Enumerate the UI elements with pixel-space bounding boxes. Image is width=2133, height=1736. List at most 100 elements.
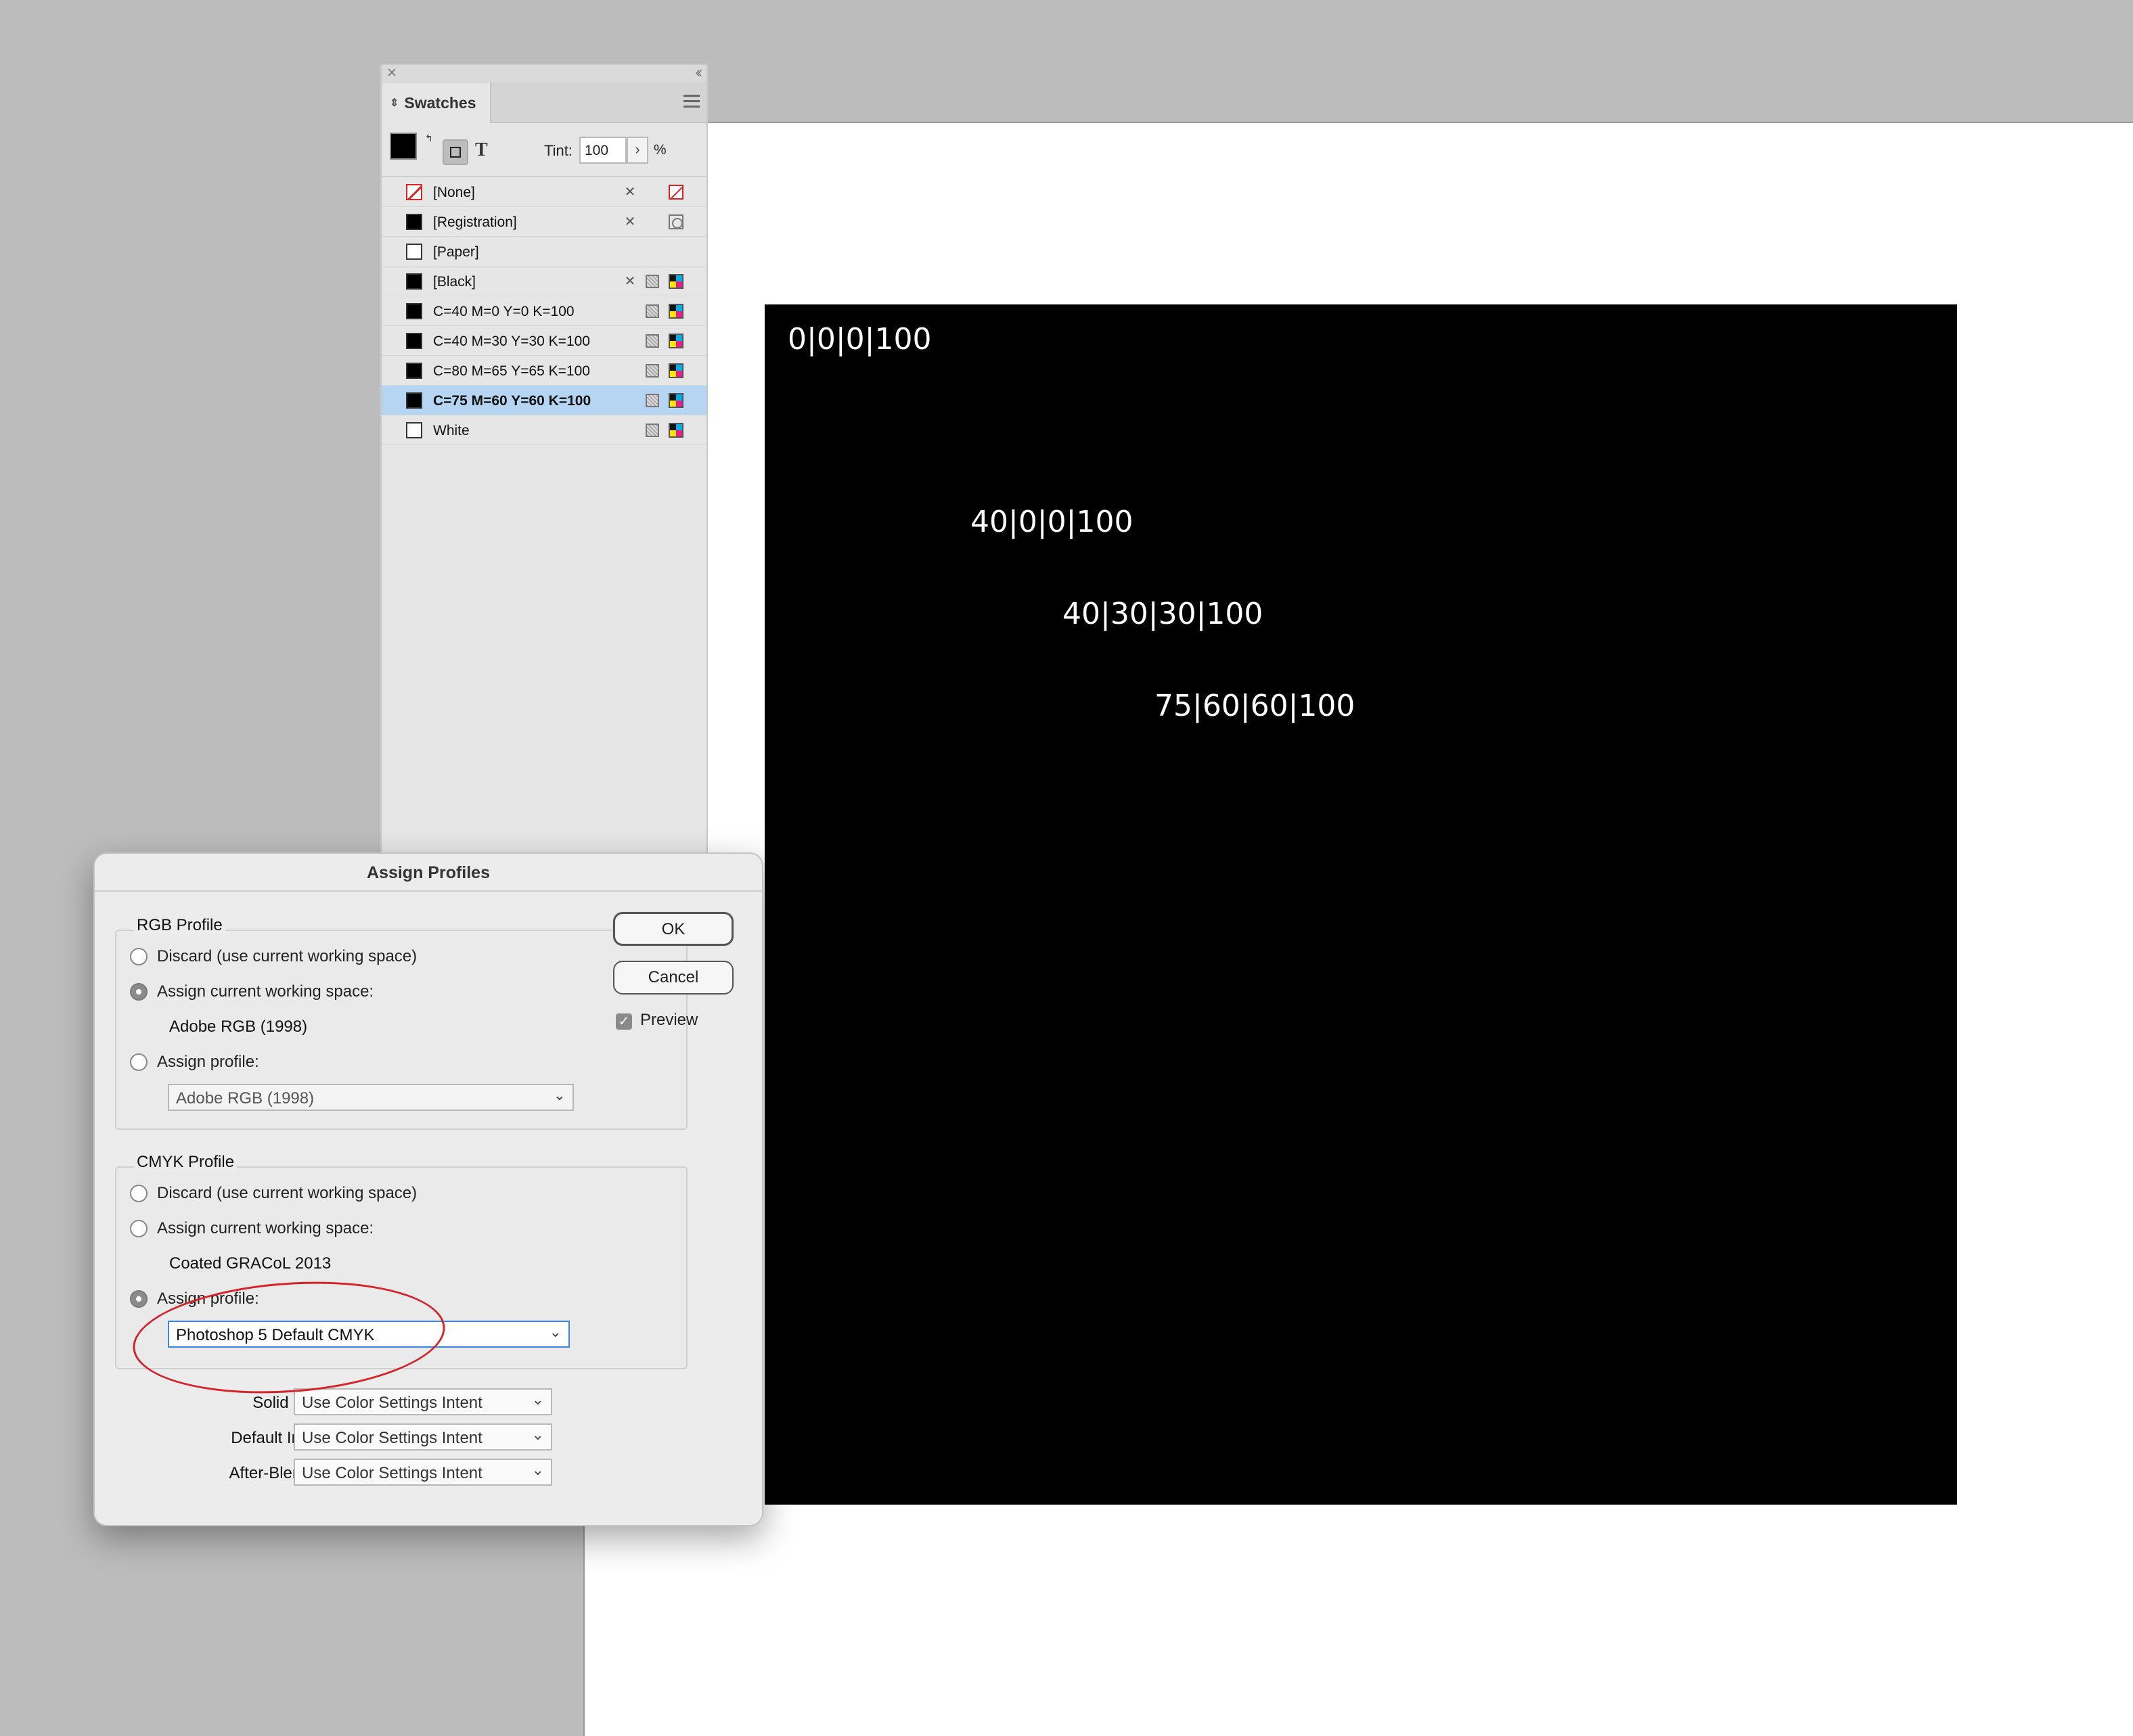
- option-label: Assign profile:: [157, 1289, 259, 1308]
- rgb-assign-current-option[interactable]: Assign current working space:: [130, 982, 374, 1001]
- black-rectangle[interactable]: 0|0|0|100 40|0|0|100 40|30|30|100 75|60|…: [765, 304, 1957, 1505]
- swatch-row[interactable]: C=40 M=0 Y=0 K=100: [382, 296, 706, 326]
- fill-stroke-widget[interactable]: ↰: [390, 133, 433, 170]
- close-icon[interactable]: ×: [387, 64, 397, 83]
- cmyk-label: 0|0|0|100: [788, 322, 932, 357]
- black-chip-icon: [406, 392, 422, 409]
- black-chip-icon: [406, 273, 422, 290]
- white-chip-icon: [406, 422, 422, 438]
- tint-label: Tint:: [544, 142, 572, 159]
- rgb-discard-option[interactable]: Discard (use current working space): [130, 947, 417, 966]
- updown-icon: ⇕: [390, 97, 399, 109]
- cmyk-label: 40|0|0|100: [970, 505, 1133, 539]
- swatch-name: [Paper]: [433, 244, 479, 260]
- black-chip-icon: [406, 363, 422, 379]
- cmyk-assign-profile-option[interactable]: Assign profile:: [130, 1289, 259, 1308]
- swatch-row[interactable]: [Registration] ✕: [382, 207, 706, 237]
- swatch-row[interactable]: [None] ✕: [382, 177, 706, 207]
- radio-button-selected[interactable]: [130, 983, 148, 1001]
- tint-unit: %: [654, 142, 667, 158]
- default-image-intent-select[interactable]: Use Color Settings Intent ⌄: [294, 1423, 552, 1451]
- no-edit-icon: ✕: [624, 214, 636, 229]
- cmyk-mode-icon: [669, 334, 683, 348]
- panel-tab-row: ⇕ Swatches: [382, 83, 706, 123]
- swap-icon[interactable]: ↰: [425, 133, 433, 144]
- swatch-row[interactable]: [Paper]: [382, 237, 706, 267]
- radio-button-selected[interactable]: [130, 1290, 148, 1308]
- cancel-button[interactable]: Cancel: [613, 961, 734, 995]
- swatch-row[interactable]: C=80 M=65 Y=65 K=100: [382, 356, 706, 386]
- tab-swatches[interactable]: ⇕ Swatches: [382, 83, 491, 123]
- swatch-row[interactable]: C=40 M=30 Y=30 K=100: [382, 326, 706, 356]
- swatch-name: [Black]: [433, 274, 476, 290]
- radio-button[interactable]: [130, 1053, 148, 1071]
- preview-checkbox[interactable]: ✓: [616, 1013, 632, 1030]
- select-value: Adobe RGB (1998): [176, 1089, 315, 1107]
- none-chip-icon: [406, 184, 422, 200]
- collapse-icon[interactable]: ‹‹: [695, 64, 702, 81]
- tint-input[interactable]: 100: [579, 137, 627, 164]
- swatch-name: C=80 M=65 Y=65 K=100: [433, 363, 590, 379]
- dialog-title: Assign Profiles: [95, 854, 762, 892]
- no-edit-icon: ✕: [624, 274, 636, 289]
- option-label: Discard (use current working space): [157, 1184, 418, 1202]
- formatting-text-button[interactable]: T: [475, 139, 488, 161]
- cmyk-label: 75|60|60|100: [1154, 689, 1355, 723]
- ok-button[interactable]: OK: [613, 912, 734, 946]
- rgb-profile-select[interactable]: Adobe RGB (1998) ⌄: [168, 1084, 574, 1111]
- cmyk-mode-icon: [669, 363, 683, 378]
- formatting-container-button[interactable]: [443, 139, 468, 165]
- cmyk-discard-option[interactable]: Discard (use current working space): [130, 1184, 417, 1203]
- swatch-name: [Registration]: [433, 214, 517, 230]
- after-blending-intent-select[interactable]: Use Color Settings Intent ⌄: [294, 1459, 552, 1486]
- preview-label: Preview: [640, 1011, 698, 1029]
- option-label: Assign current working space:: [157, 1219, 374, 1237]
- rgb-assign-profile-option[interactable]: Assign profile:: [130, 1053, 259, 1072]
- radio-button[interactable]: [130, 1220, 148, 1237]
- select-value: Photoshop 5 Default CMYK: [176, 1326, 375, 1344]
- process-color-icon: [646, 304, 659, 318]
- tab-label: Swatches: [404, 93, 476, 112]
- process-color-icon: [646, 275, 659, 288]
- radio-button[interactable]: [130, 1185, 148, 1202]
- radio-button[interactable]: [130, 948, 148, 965]
- panel-menu-icon[interactable]: [683, 95, 700, 108]
- chevron-down-icon: ⌄: [549, 1323, 562, 1340]
- cmyk-profile-group: CMYK Profile Discard (use current workin…: [115, 1153, 688, 1369]
- swatch-name: C=40 M=0 Y=0 K=100: [433, 304, 575, 319]
- solid-color-intent-select[interactable]: Use Color Settings Intent ⌄: [294, 1388, 552, 1415]
- registration-icon: [669, 214, 683, 229]
- swatch-list: [None] ✕ [Registration] ✕ [Paper] [Black…: [382, 177, 706, 445]
- select-value: Use Color Settings Intent: [302, 1429, 482, 1447]
- chevron-down-icon: ⌄: [531, 1461, 544, 1478]
- option-label: Assign current working space:: [157, 982, 374, 1001]
- none-type-icon: [669, 185, 683, 200]
- swatch-name: White: [433, 423, 470, 438]
- cmyk-label: 40|30|30|100: [1062, 597, 1263, 631]
- cmyk-assign-current-option[interactable]: Assign current working space:: [130, 1219, 374, 1238]
- swatch-row[interactable]: White: [382, 415, 706, 445]
- swatch-name: [None]: [433, 185, 475, 200]
- swatches-toolbar: ↰ T Tint: 100 › %: [382, 123, 706, 177]
- rgb-working-space: Adobe RGB (1998): [169, 1018, 308, 1036]
- swatch-row[interactable]: [Black] ✕: [382, 267, 706, 296]
- process-color-icon: [646, 424, 659, 437]
- white-chip-icon: [406, 244, 422, 260]
- black-chip-icon: [406, 333, 422, 349]
- black-chip-icon: [406, 303, 422, 319]
- fill-swatch[interactable]: [390, 133, 417, 160]
- no-edit-icon: ✕: [624, 185, 636, 200]
- select-value: Use Color Settings Intent: [302, 1394, 482, 1412]
- select-value: Use Color Settings Intent: [302, 1464, 482, 1482]
- assign-profiles-dialog: Assign Profiles RGB Profile Discard (use…: [93, 852, 763, 1526]
- cmyk-working-space: Coated GRACoL 2013: [169, 1254, 332, 1273]
- cmyk-mode-icon: [669, 393, 683, 408]
- swatches-panel: × ‹‹ ⇕ Swatches ↰ T Tint: 100 › % [None]…: [380, 64, 708, 862]
- swatch-row-selected[interactable]: C=75 M=60 Y=60 K=100: [382, 386, 706, 415]
- option-label: Assign profile:: [157, 1053, 259, 1071]
- cmyk-profile-select[interactable]: Photoshop 5 Default CMYK ⌄: [168, 1321, 570, 1348]
- process-color-icon: [646, 394, 659, 407]
- process-color-icon: [646, 334, 659, 348]
- tint-slider-button[interactable]: ›: [627, 137, 648, 164]
- option-label: Discard (use current working space): [157, 947, 418, 965]
